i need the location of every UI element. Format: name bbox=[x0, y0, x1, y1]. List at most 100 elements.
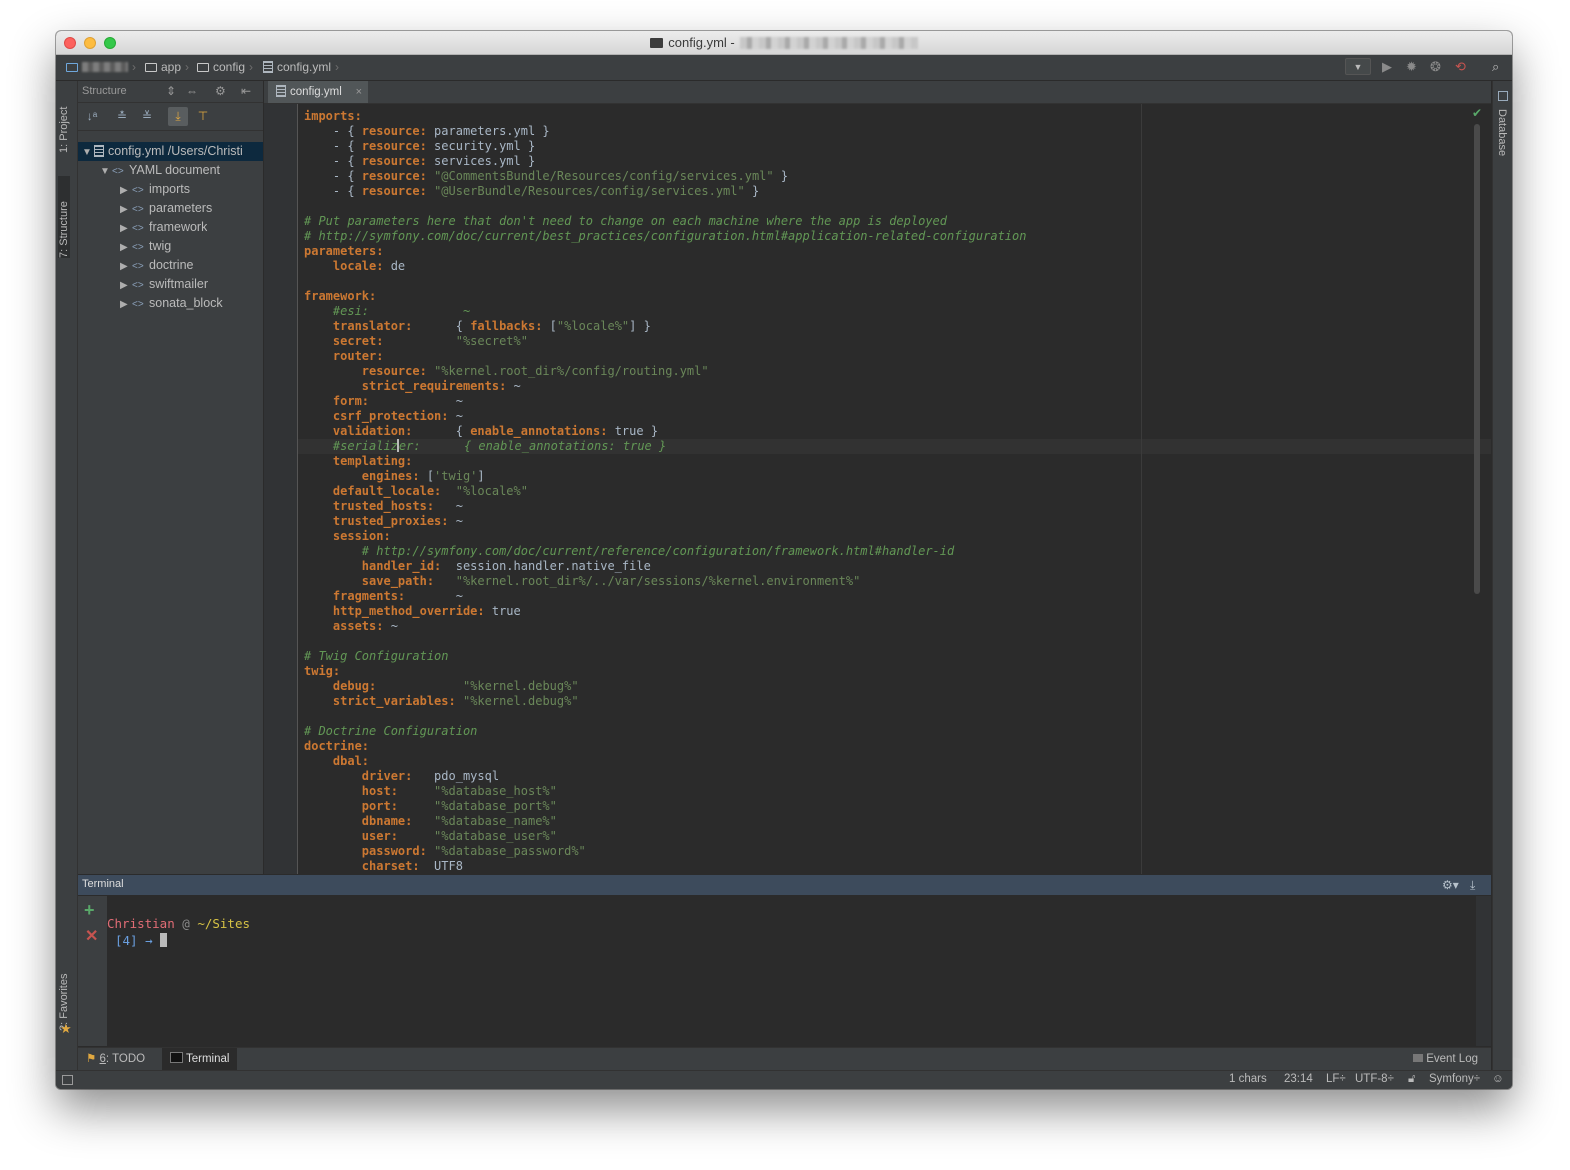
code-line[interactable]: strict_variables: "%kernel.debug%" bbox=[304, 694, 1026, 709]
code-line[interactable]: resource: "%kernel.root_dir%/config/rout… bbox=[304, 364, 1026, 379]
collapse-all-icon[interactable]: ≚ bbox=[137, 107, 157, 126]
tab-terminal[interactable]: Terminal bbox=[162, 1048, 237, 1070]
code-line[interactable]: router: bbox=[304, 349, 1026, 364]
code-line[interactable] bbox=[304, 274, 1026, 289]
search-icon[interactable]: ⌕ bbox=[1492, 58, 1499, 76]
code-line[interactable]: # Doctrine Configuration bbox=[304, 724, 1026, 739]
code-line[interactable]: #serializer: { enable_annotations: true … bbox=[304, 439, 1026, 454]
code-line[interactable]: save_path: "%kernel.root_dir%/../var/ses… bbox=[304, 574, 1026, 589]
collapsed-arrow-icon[interactable]: ▶ bbox=[120, 276, 132, 294]
code-line[interactable]: # http://symfony.com/doc/current/referen… bbox=[304, 544, 1026, 559]
code-line[interactable]: host: "%database_host%" bbox=[304, 784, 1026, 799]
code-line[interactable]: translator: { fallbacks: ["%locale%"] } bbox=[304, 319, 1026, 334]
expand-all-icon[interactable]: ≛ bbox=[112, 107, 132, 126]
run-configuration-dropdown[interactable]: ▼ bbox=[1345, 58, 1371, 75]
tree-item-parameters[interactable]: ▶<>parameters bbox=[120, 199, 212, 218]
code-line[interactable]: session: bbox=[304, 529, 1026, 544]
tree-item-imports[interactable]: ▶<>imports bbox=[120, 180, 190, 199]
code-line[interactable]: fragments: ~ bbox=[304, 589, 1026, 604]
inspection-ok-icon[interactable]: ✔ bbox=[1472, 106, 1482, 120]
gear-icon[interactable]: ⚙▾ bbox=[1442, 878, 1459, 892]
expand-arrow-icon[interactable]: ▼ bbox=[82, 143, 94, 161]
collapsed-arrow-icon[interactable]: ▶ bbox=[120, 181, 132, 199]
expand-icon[interactable]: ⇕ bbox=[166, 84, 176, 99]
breadcrumb-file[interactable]: config.yml› bbox=[263, 60, 339, 75]
code-line[interactable]: handler_id: session.handler.native_file bbox=[304, 559, 1026, 574]
code-line[interactable]: driver: pdo_mysql bbox=[304, 769, 1026, 784]
code-line[interactable] bbox=[304, 709, 1026, 724]
gear-icon[interactable]: ⚙ bbox=[215, 84, 226, 99]
code-line[interactable]: imports: bbox=[304, 109, 1026, 124]
code-line[interactable]: # Put parameters here that don't need to… bbox=[304, 214, 1026, 229]
terminal-scrollbar[interactable] bbox=[1476, 896, 1491, 1046]
collapsed-arrow-icon[interactable]: ▶ bbox=[120, 219, 132, 237]
inspector-icon[interactable]: ☺ bbox=[1492, 1073, 1504, 1085]
code-line[interactable]: assets: ~ bbox=[304, 619, 1026, 634]
autoscroll-from-source-icon[interactable]: ⊤ bbox=[193, 107, 213, 126]
tree-item-framework[interactable]: ▶<>framework bbox=[120, 218, 207, 237]
code-line[interactable]: validation: { enable_annotations: true } bbox=[304, 424, 1026, 439]
code-content[interactable]: imports: - { resource: parameters.yml } … bbox=[304, 109, 1026, 874]
code-line[interactable]: - { resource: parameters.yml } bbox=[304, 124, 1026, 139]
code-line[interactable]: parameters: bbox=[304, 244, 1026, 259]
toggle-tool-windows-icon[interactable] bbox=[62, 1075, 73, 1088]
expand-arrow-icon[interactable]: ▼ bbox=[100, 162, 112, 180]
status-framework[interactable]: Symfony÷ bbox=[1429, 1073, 1480, 1085]
lock-icon[interactable]: 🔓︎ bbox=[1408, 1073, 1415, 1086]
tree-item-swiftmailer[interactable]: ▶<>swiftmailer bbox=[120, 275, 208, 294]
tree-yaml-document[interactable]: ▼<>YAML document bbox=[100, 161, 220, 180]
close-session-icon[interactable]: ✕ bbox=[85, 926, 98, 946]
breadcrumb-project[interactable]: › bbox=[66, 60, 136, 75]
code-line[interactable]: - { resource: "@CommentsBundle/Resources… bbox=[304, 169, 1026, 184]
tab-config-yml[interactable]: config.yml × bbox=[268, 81, 368, 103]
tab-todo[interactable]: ⚑ 6: TODO bbox=[78, 1048, 153, 1070]
code-line[interactable]: twig: bbox=[304, 664, 1026, 679]
tree-item-twig[interactable]: ▶<>twig bbox=[120, 237, 171, 256]
hide-panel-icon[interactable]: ⇤ bbox=[241, 84, 251, 99]
collapsed-arrow-icon[interactable]: ▶ bbox=[120, 295, 132, 313]
code-line[interactable]: charset: UTF8 bbox=[304, 859, 1026, 874]
code-line[interactable]: locale: de bbox=[304, 259, 1026, 274]
code-line[interactable] bbox=[304, 634, 1026, 649]
debug-icon[interactable]: ✹ bbox=[1406, 58, 1417, 76]
run-icon[interactable]: ▶ bbox=[1382, 58, 1392, 76]
code-line[interactable]: default_locale: "%locale%" bbox=[304, 484, 1026, 499]
code-line[interactable]: templating: bbox=[304, 454, 1026, 469]
code-line[interactable]: dbal: bbox=[304, 754, 1026, 769]
collapse-icon[interactable]: ⇔ bbox=[186, 84, 198, 99]
code-line[interactable]: strict_requirements: ~ bbox=[304, 379, 1026, 394]
code-line[interactable]: #esi: ~ bbox=[304, 304, 1026, 319]
sort-alpha-icon[interactable]: ↓ᵃ bbox=[82, 107, 102, 126]
vcs-icon[interactable]: ⟲ bbox=[1455, 58, 1466, 76]
collapsed-arrow-icon[interactable]: ▶ bbox=[120, 200, 132, 218]
collapsed-arrow-icon[interactable]: ▶ bbox=[120, 238, 132, 256]
code-line[interactable] bbox=[304, 199, 1026, 214]
new-session-icon[interactable]: + bbox=[84, 900, 95, 921]
breadcrumb-app[interactable]: app› bbox=[145, 60, 189, 75]
tree-item-sonata-block[interactable]: ▶<>sonata_block bbox=[120, 294, 223, 313]
code-editor[interactable]: imports: - { resource: parameters.yml } … bbox=[298, 104, 1491, 874]
code-line[interactable]: engines: ['twig'] bbox=[304, 469, 1026, 484]
code-line[interactable]: dbname: "%database_name%" bbox=[304, 814, 1026, 829]
code-line[interactable]: http_method_override: true bbox=[304, 604, 1026, 619]
status-caret-position[interactable]: 23:14 bbox=[1284, 1073, 1313, 1085]
code-line[interactable]: password: "%database_password%" bbox=[304, 844, 1026, 859]
code-line[interactable]: - { resource: security.yml } bbox=[304, 139, 1026, 154]
code-line[interactable]: framework: bbox=[304, 289, 1026, 304]
tab-project[interactable]: 1: Project bbox=[58, 89, 70, 153]
terminal-input-line[interactable]: [4] → bbox=[115, 933, 167, 948]
tree-root[interactable]: ▼config.yml /Users/Christi bbox=[78, 142, 263, 161]
collapsed-arrow-icon[interactable]: ▶ bbox=[120, 257, 132, 275]
status-line-separator[interactable]: LF÷ bbox=[1326, 1073, 1346, 1085]
code-line[interactable]: port: "%database_port%" bbox=[304, 799, 1026, 814]
code-line[interactable]: form: ~ bbox=[304, 394, 1026, 409]
autoscroll-to-source-icon[interactable]: ⤓ bbox=[168, 107, 188, 126]
tab-structure[interactable]: 7: Structure bbox=[58, 176, 70, 258]
code-line[interactable]: # http://symfony.com/doc/current/best_pr… bbox=[304, 229, 1026, 244]
code-line[interactable]: - { resource: "@UserBundle/Resources/con… bbox=[304, 184, 1026, 199]
close-tab-icon[interactable]: × bbox=[356, 81, 362, 103]
code-line[interactable]: doctrine: bbox=[304, 739, 1026, 754]
status-encoding[interactable]: UTF-8÷ bbox=[1355, 1073, 1394, 1085]
code-line[interactable]: secret: "%secret%" bbox=[304, 334, 1026, 349]
code-line[interactable]: # Twig Configuration bbox=[304, 649, 1026, 664]
